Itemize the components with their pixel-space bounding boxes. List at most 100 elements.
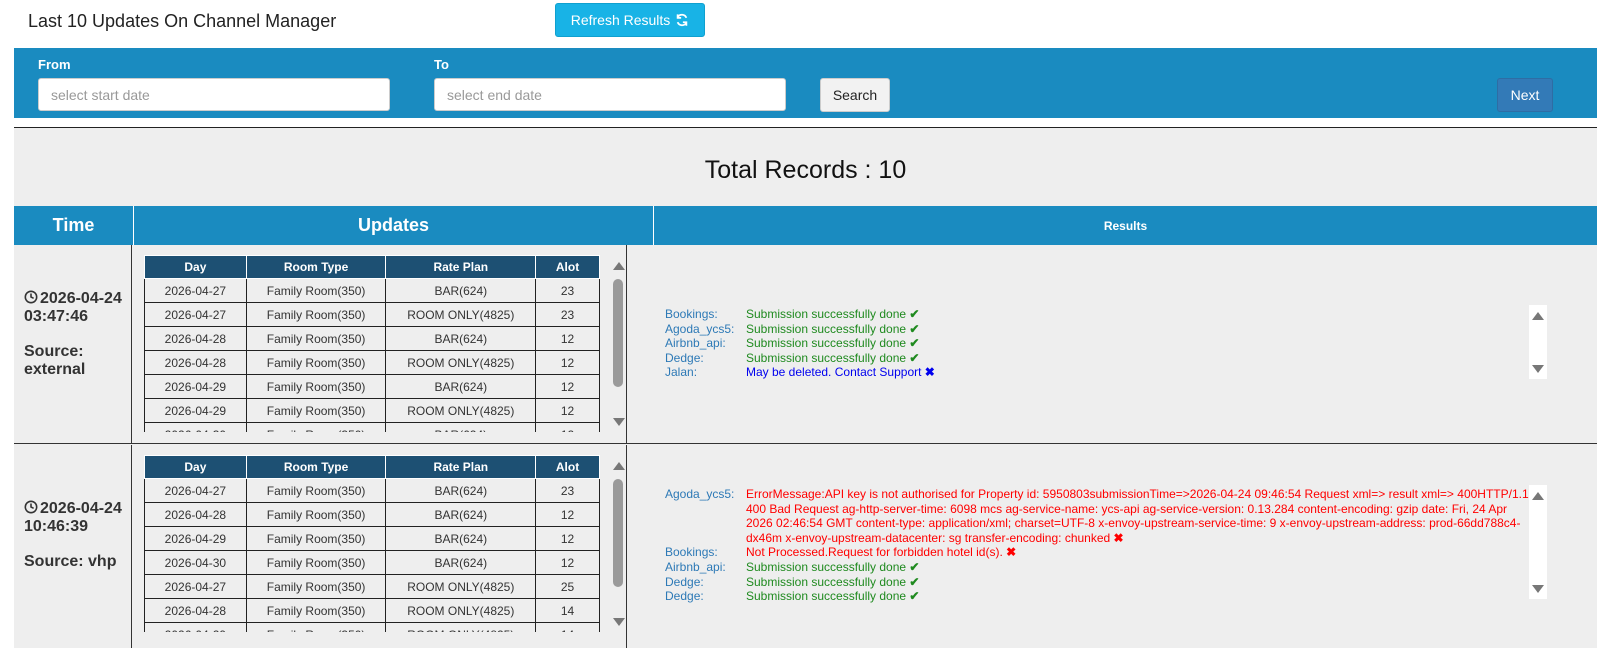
scroll-up-icon[interactable] (1532, 492, 1544, 500)
update-alot: 12 (535, 502, 600, 527)
to-label: To (434, 57, 449, 72)
result-message-text: Submission successfully done (746, 559, 907, 574)
refresh-label: Refresh Results (570, 12, 671, 28)
record-timestamp: 2026-04-24 03:47:46 (24, 290, 122, 325)
result-channel: Airbnb_api: (665, 559, 726, 574)
update-alot: 25 (535, 574, 600, 599)
record-time: 2026-04-24 10:46:39 Source: vhp (24, 500, 134, 571)
result-channel: Jalan: (665, 365, 698, 380)
result-message: May be deleted. Contact Support ✖ (746, 365, 1565, 380)
update-rate-plan: BAR(624) (385, 502, 537, 527)
results-scrollbar[interactable] (1529, 305, 1547, 379)
scroll-thumb[interactable] (613, 279, 623, 387)
scroll-down-icon[interactable] (613, 418, 625, 426)
result-channel: Bookings: (665, 545, 718, 560)
scroll-up-icon[interactable] (1532, 312, 1544, 320)
end-date-input[interactable] (434, 78, 786, 111)
scroll-up-icon[interactable] (613, 262, 625, 270)
update-alot: 12 (535, 374, 600, 399)
update-rate-plan: ROOM ONLY(4825) (385, 302, 537, 327)
updates-scrollbar[interactable] (610, 255, 627, 432)
filter-bar: From To Search Next (14, 48, 1597, 121)
result-channel: Agoda_ycs5: (665, 321, 735, 336)
scroll-up-icon[interactable] (613, 462, 625, 470)
update-day: 2026-04-28 (144, 598, 247, 623)
update-room-type: Family Room(350) (245, 422, 387, 432)
result-message: Submission successfully done ✔ (746, 307, 1565, 322)
result-message: Submission successfully done ✔ (746, 336, 1565, 351)
update-room-type: Family Room(350) (245, 398, 387, 423)
page-title: Last 10 Updates On Channel Manager (28, 11, 337, 31)
start-date-input[interactable] (38, 78, 390, 111)
update-day: 2026-04-27 (144, 574, 247, 599)
update-room-type: Family Room(350) (245, 598, 387, 623)
update-day: 2026-04-29 (144, 398, 247, 423)
result-channel: Bookings: (665, 307, 718, 321)
update-rate-plan: ROOM ONLY(4825) (385, 350, 537, 375)
update-row: 2026-04-27 Family Room(350) BAR(624) 23 (144, 278, 600, 303)
update-alot: 12 (535, 398, 600, 423)
results-header: Results (1103, 218, 1148, 233)
result-line: Airbnb_api: Submission successfully done … (665, 560, 1535, 575)
record-source: Source: external (24, 343, 86, 378)
update-row: 2026-04-28 Family Room(350) BAR(624) 12 (144, 326, 600, 351)
room-type-header: Room Type (245, 455, 387, 479)
update-rate-plan: ROOM ONLY(4825) (385, 622, 537, 632)
result-message-text: ErrorMessage:API key is not authorised f… (746, 487, 1529, 545)
check-icon: ✔ (906, 336, 920, 351)
update-room-type: Family Room(350) (245, 574, 387, 599)
updates-scroll-box[interactable]: Day Room Type Rate Plan Alot 2026-04-27 F… (144, 455, 629, 632)
update-rate-plan: BAR(624) (385, 422, 537, 432)
update-room-type: Family Room(350) (245, 622, 387, 632)
update-rate-plan: ROOM ONLY(4825) (385, 398, 537, 423)
result-channel: Dedge: (665, 589, 704, 604)
update-day: 2026-04-27 (144, 278, 247, 303)
refresh-results-button[interactable]: Refresh Results (555, 3, 705, 37)
update-row: 2026-04-30Family Room(350)BAR(624)12 (144, 550, 600, 575)
update-row: 2026-04-27 Family Room(350) ROOM ONLY(4825… (144, 302, 600, 327)
update-room-type: Family Room(350) (245, 550, 387, 575)
update-day: 2026-04-29 (144, 526, 247, 551)
result-message: Submission successfully done ✔ (746, 560, 1535, 575)
next-button[interactable]: Next (1497, 78, 1553, 112)
result-message-text: Submission successfully done (746, 336, 907, 351)
update-day: 2026-04-27 (144, 478, 247, 503)
scroll-down-icon[interactable] (1532, 585, 1544, 593)
results-scrollbar[interactable] (1529, 485, 1547, 599)
cross-icon: ✖ (921, 365, 935, 380)
refresh-icon (677, 13, 688, 27)
updates-scroll-box[interactable]: Day Room Type Rate Plan Alot 2026-04-27 F… (144, 255, 629, 432)
cross-icon: ✖ (1110, 530, 1124, 545)
result-channel: Dedge: (665, 574, 704, 589)
result-line: Bookings: Submission successfully done ✔ (665, 307, 1565, 322)
search-button[interactable]: Search (820, 78, 890, 112)
update-alot: 14 (535, 598, 600, 623)
update-row: 2026-04-28 Family Room(350) BAR(624) 12 (144, 502, 600, 527)
update-row: 2026-04-27 Family Room(350) ROOM ONLY(4825… (144, 574, 600, 599)
results-area: Total Records : 10 Time Updates Results … (14, 128, 1597, 648)
clock-icon (24, 500, 38, 514)
result-line: Dedge: Submission successfully done ✔ (665, 575, 1535, 590)
result-message-text: May be deleted. Contact Support (746, 365, 922, 380)
scroll-thumb[interactable] (613, 479, 623, 587)
update-rate-plan: BAR(624) (385, 326, 537, 351)
scroll-down-icon[interactable] (1532, 365, 1544, 373)
scroll-down-icon[interactable] (613, 618, 625, 626)
update-room-type: Family Room(350) (245, 526, 387, 551)
updates-header: Updates (134, 206, 654, 245)
update-rate-plan: ROOM ONLY(4825) (385, 598, 537, 623)
update-room-type: Family Room(350) (245, 502, 387, 527)
result-message: Submission successfully done ✔ (746, 322, 1565, 337)
updates-scrollbar[interactable] (610, 455, 627, 632)
update-rate-plan: BAR(624) (385, 526, 537, 551)
result-line: Bookings: Not Processed.Request for forbi… (665, 545, 1535, 560)
update-rate-plan: BAR(624) (385, 278, 537, 303)
update-day: 2026-04-30 (144, 422, 247, 432)
result-channel: Agoda_ycs5: (665, 487, 735, 501)
results-list: Agoda_ycs5: ErrorMessage:API key is not a… (665, 487, 1535, 604)
update-rate-plan: ROOM ONLY(4825) (385, 574, 537, 599)
update-day: 2026-04-29 (144, 374, 247, 399)
update-row: 2026-04-27 Family Room(350) BAR(624) 23 (144, 478, 600, 503)
alot-header: Alot (535, 455, 600, 479)
result-message: Not Processed.Request for forbidden hote… (746, 545, 1535, 560)
